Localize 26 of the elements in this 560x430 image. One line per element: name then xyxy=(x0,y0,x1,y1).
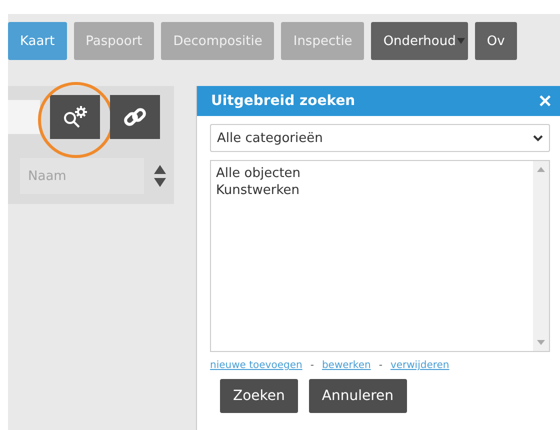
link-button[interactable] xyxy=(110,95,160,139)
action-link[interactable]: nieuwe toevoegen xyxy=(210,360,302,371)
dialog-button[interactable]: Annuleren xyxy=(308,379,407,413)
tab[interactable]: Kaart xyxy=(8,22,67,60)
scrollbar[interactable] xyxy=(533,161,549,351)
sort-field[interactable]: Naam xyxy=(20,158,144,194)
list-option[interactable]: Alle objecten xyxy=(216,165,528,182)
tab[interactable]: Onderhoud xyxy=(371,22,468,60)
tab[interactable]: Ov xyxy=(474,22,517,60)
sort-arrows-icon[interactable] xyxy=(154,165,166,187)
scroll-down-icon xyxy=(537,340,545,345)
action-link[interactable]: bewerken xyxy=(322,360,371,371)
search-field[interactable] xyxy=(8,100,40,134)
dialog-button[interactable]: Zoeken xyxy=(220,379,298,413)
chevron-down-icon xyxy=(533,134,543,142)
scroll-up-icon xyxy=(537,167,545,172)
advanced-search-button[interactable] xyxy=(50,95,100,139)
search-gear-icon xyxy=(61,105,89,129)
close-button[interactable]: ✕ xyxy=(538,90,552,112)
list-option[interactable]: Kunstwerken xyxy=(216,182,528,199)
link-separator: - xyxy=(310,360,314,371)
caret-icon xyxy=(456,38,465,44)
action-link[interactable]: verwijderen xyxy=(390,360,450,371)
link-separator: - xyxy=(378,360,382,371)
dialog-title: Uitgebreid zoeken xyxy=(211,93,356,109)
category-select[interactable]: Alle categorieën xyxy=(210,124,550,152)
